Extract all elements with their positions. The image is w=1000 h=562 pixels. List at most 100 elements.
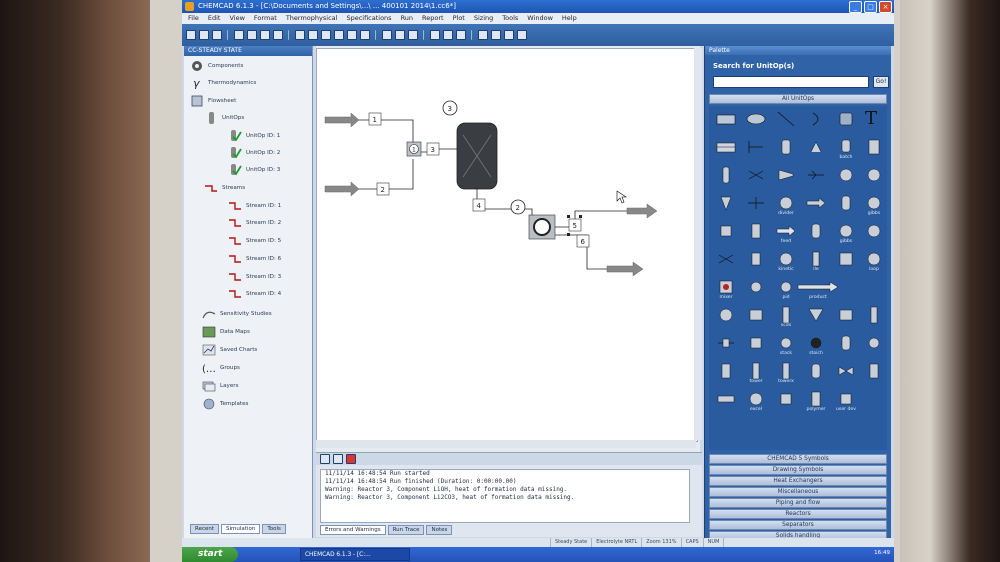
tree-datamaps[interactable]: Data Maps	[202, 326, 250, 338]
unitop-feed-arrow[interactable]	[803, 194, 829, 220]
recycle-icon[interactable]	[408, 30, 418, 40]
flowsheet-canvas[interactable]: 1 3 2 1 2 3 4 5 6	[316, 48, 698, 442]
print-icon[interactable]	[234, 30, 244, 40]
tree-groups[interactable]: (…) Groups	[202, 362, 240, 374]
unitop-report-icon[interactable]	[443, 30, 453, 40]
unitop-tower[interactable]	[713, 166, 739, 192]
unitop-loop[interactable]: loop	[861, 250, 887, 276]
symbol-line[interactable]	[773, 110, 799, 136]
unitop-feed[interactable]: feed	[773, 222, 799, 248]
unitop-compressor[interactable]	[773, 166, 799, 192]
unitop-excel-2[interactable]	[773, 390, 799, 416]
tree-stream-5[interactable]: Stream ID: 5	[228, 235, 281, 247]
tree-stream-1[interactable]: Stream ID: 1	[228, 200, 281, 212]
unitop-stack[interactable]: stack	[773, 334, 799, 360]
messages-copy-icon[interactable]	[320, 454, 330, 464]
unitop-heater[interactable]	[713, 250, 739, 276]
symbol-ellipse[interactable]	[743, 110, 769, 136]
unitop-delay[interactable]	[861, 334, 887, 360]
unitop-bowtie-valve[interactable]	[833, 362, 859, 388]
tab-notes[interactable]: Notes	[426, 525, 453, 535]
tab-errors-warnings[interactable]: Errors and Warnings	[320, 525, 386, 535]
zoom-out-icon[interactable]	[334, 30, 344, 40]
unitop-equal[interactable]: gibbs	[861, 194, 887, 220]
unitop-valve-3[interactable]	[713, 334, 739, 360]
unitop-lle[interactable]: lle	[803, 250, 829, 276]
unitop-batch[interactable]: batch	[833, 138, 859, 164]
start-button[interactable]: start	[182, 547, 238, 562]
unitop-scds[interactable]: scds	[773, 306, 799, 332]
unitop-node[interactable]	[743, 278, 769, 304]
tree-streams[interactable]: Streams	[204, 182, 245, 194]
maximize-button[interactable]: □	[864, 1, 877, 13]
run-selected-icon[interactable]	[395, 30, 405, 40]
unitop-valve-2[interactable]	[743, 166, 769, 192]
menu-view[interactable]: View	[229, 13, 244, 24]
unitop-polymer[interactable]: polymer	[803, 390, 829, 416]
open-file-icon[interactable]	[199, 30, 209, 40]
cut-icon[interactable]	[247, 30, 257, 40]
unitop-gibbs[interactable]: gibbs	[833, 222, 859, 248]
palette-go-button[interactable]: Go!	[873, 76, 889, 88]
unitop-separator[interactable]	[743, 334, 769, 360]
tree-unitop-2[interactable]: UnitOp ID: 2	[228, 147, 280, 159]
messages-print-icon[interactable]	[333, 454, 343, 464]
unitop-tower-2[interactable]	[861, 306, 887, 332]
unitop-stoich[interactable]: stoich	[803, 334, 829, 360]
zoom-in-icon[interactable]	[321, 30, 331, 40]
unitop-column[interactable]	[861, 138, 887, 164]
symbol-polygon[interactable]	[833, 110, 859, 136]
unitop-compressor-2[interactable]	[713, 306, 739, 332]
tree-unitop-1[interactable]: UnitOp ID: 1	[228, 130, 280, 142]
unitop-product[interactable]: product	[797, 278, 839, 304]
unitop-vessel-2[interactable]	[803, 362, 829, 388]
unitop-splitter[interactable]	[743, 194, 769, 220]
lock-icon[interactable]	[491, 30, 501, 40]
tree-thermodynamics[interactable]: γ Thermodynamics	[190, 77, 256, 89]
menu-sizing[interactable]: Sizing	[474, 13, 493, 24]
tree-sensitivity[interactable]: Sensitivity Studies	[202, 308, 272, 320]
unitop-excel[interactable]: excel	[743, 390, 769, 416]
palette-search-input[interactable]	[713, 76, 869, 88]
tree-components[interactable]: Components	[190, 60, 243, 72]
canvas-horizontal-scrollbar[interactable]	[316, 440, 696, 448]
unitop-valve[interactable]	[773, 138, 799, 164]
palette-section-separators[interactable]: Separators	[709, 520, 887, 530]
menu-help[interactable]: Help	[562, 13, 577, 24]
run-all-icon[interactable]	[382, 30, 392, 40]
menu-report[interactable]: Report	[422, 13, 444, 24]
sizing-icon[interactable]	[478, 30, 488, 40]
menu-run[interactable]: Run	[401, 13, 413, 24]
messages-clear-icon[interactable]	[346, 454, 356, 464]
taskbar-chemcad-button[interactable]: CHEMCAD 6.1.3 - [C:...	[300, 548, 410, 561]
tree-flowsheet[interactable]: Flowsheet	[190, 95, 236, 107]
symbol-text[interactable]: T	[859, 108, 885, 134]
unitop-gibbs-2[interactable]	[861, 222, 887, 248]
tree-stream-2[interactable]: Stream ID: 2	[228, 217, 281, 229]
palette-section-piping[interactable]: Piping and flow	[709, 498, 887, 508]
tree-stream-4[interactable]: Stream ID: 4	[228, 288, 281, 300]
layers-toolbar-icon[interactable]	[504, 30, 514, 40]
unitop-user-dev[interactable]: user dev	[833, 390, 859, 416]
palette-section-miscellaneous[interactable]: Miscellaneous	[709, 487, 887, 497]
paste-icon[interactable]	[273, 30, 283, 40]
symbol-rectangle[interactable]	[713, 110, 739, 136]
plot-icon[interactable]	[456, 30, 466, 40]
menu-edit[interactable]: Edit	[208, 13, 221, 24]
stream-report-icon[interactable]	[430, 30, 440, 40]
unitop-reactor-3[interactable]	[861, 362, 887, 388]
select-streams-icon[interactable]	[347, 30, 357, 40]
select-unitops-icon[interactable]	[360, 30, 370, 40]
unitop-decanter[interactable]	[743, 222, 769, 248]
canvas-vertical-scrollbar[interactable]	[694, 48, 702, 440]
tree-unitop-3[interactable]: UnitOp ID: 3	[228, 164, 280, 176]
menu-file[interactable]: File	[188, 13, 199, 24]
save-icon[interactable]	[212, 30, 222, 40]
unitop-towerx[interactable]: towerx	[773, 362, 799, 388]
redo-icon[interactable]	[308, 30, 318, 40]
palette-section-chemcad5[interactable]: CHEMCAD 5 Symbols	[709, 454, 887, 464]
unitop-screen[interactable]	[833, 306, 859, 332]
unitop-settler[interactable]	[743, 250, 769, 276]
tree-templates[interactable]: Templates	[202, 398, 248, 410]
unitop-reactor-1[interactable]	[833, 194, 859, 220]
